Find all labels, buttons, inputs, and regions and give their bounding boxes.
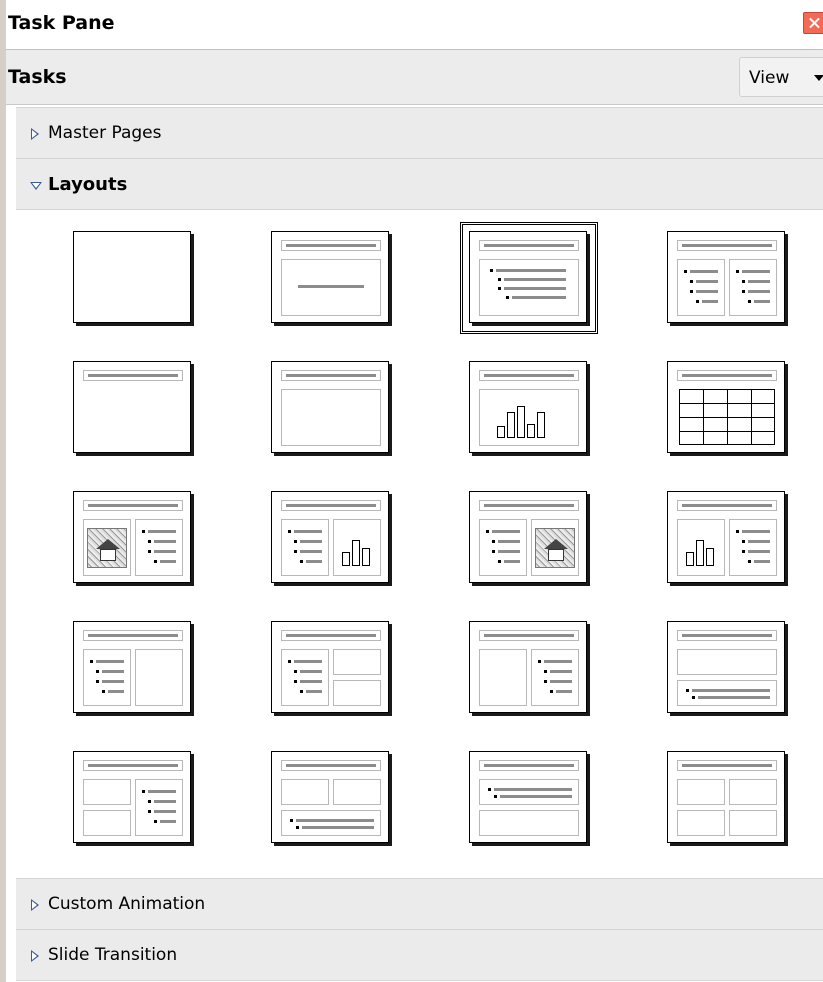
expand-right-icon [31,899,39,911]
section-custom-animation[interactable]: Custom Animation [16,878,823,930]
section-master-pages-label: Master Pages [48,123,162,143]
expand-right-icon [31,950,39,962]
layout-title-text-clipart[interactable] [469,491,591,587]
section-master-pages[interactable]: Master Pages [16,107,823,159]
layout-title-chart[interactable] [469,361,591,457]
section-custom-animation-label: Custom Animation [48,894,206,914]
layout-blank-slide[interactable] [73,231,195,327]
layout-centered-text[interactable] [271,361,393,457]
layout-title-text-content[interactable] [73,621,195,717]
expand-right-icon [31,128,39,140]
expand-down-icon [30,182,42,190]
view-menu-button[interactable]: View [739,57,823,97]
tasks-title: Tasks [8,66,67,88]
layout-title-content-text[interactable] [469,621,591,717]
window-title: Task Pane [8,12,115,34]
tasks-toolbar: Tasks View [6,50,823,105]
layout-title-table[interactable] [667,361,789,457]
layout-title-4-content[interactable] [667,751,789,847]
section-slide-transition[interactable]: Slide Transition [16,929,823,981]
layout-title-clipart-text[interactable] [73,491,195,587]
layout-title-chart-text[interactable] [667,491,789,587]
title-bar: Task Pane [6,0,823,50]
layout-title-2-content[interactable] [667,231,789,327]
layout-title-text-2-content[interactable] [271,621,393,717]
layouts-grid [16,210,823,878]
layout-title-content-over-text[interactable] [667,621,789,717]
close-icon[interactable] [803,12,823,34]
section-slide-transition-label: Slide Transition [48,945,178,965]
layout-title-only[interactable] [73,361,195,457]
layout-title-text-over-content[interactable] [469,751,591,847]
section-layouts[interactable]: Layouts [16,158,823,210]
view-label: View [749,68,790,88]
layout-title-2-content-text[interactable] [73,751,195,847]
layout-title-text-chart[interactable] [271,491,393,587]
layout-title-2-content-over-text[interactable] [271,751,393,847]
task-pane-window: Task Pane Tasks View Master Pages Layout… [0,0,823,982]
layout-title-content[interactable] [460,222,598,334]
layout-title-slide[interactable] [271,231,393,327]
chevron-down-icon [814,75,823,81]
section-layouts-label: Layouts [48,174,128,195]
